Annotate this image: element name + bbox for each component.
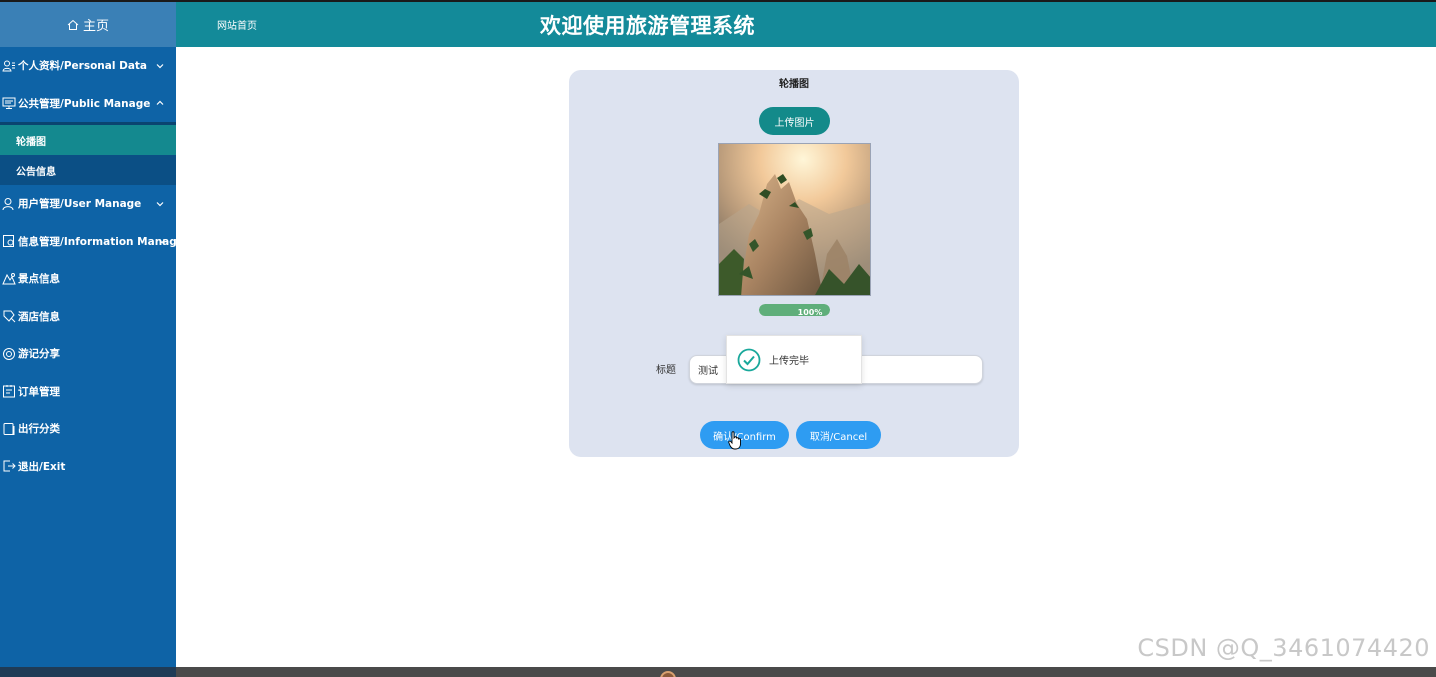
chevron-down-icon <box>156 63 164 69</box>
upload-progress-text: 100% <box>797 308 823 317</box>
share-icon <box>2 347 16 361</box>
chevron-down-icon <box>156 201 164 207</box>
sidebar-item-carousel[interactable]: 轮播图 <box>0 125 176 155</box>
sidebar-home[interactable]: 主页 <box>0 0 176 47</box>
mountain-landscape-image <box>719 144 870 295</box>
chevron-down-icon <box>158 239 166 244</box>
user-icon <box>2 197 16 211</box>
sidebar-item-label: 公共管理/Public Manage <box>18 97 151 110</box>
sidebar-item-label: 景点信息 <box>18 273 60 286</box>
upload-image-button[interactable]: 上传图片 <box>759 107 830 135</box>
upload-success-toast: 上传完毕 <box>726 335 862 384</box>
bottom-bar <box>176 667 1436 677</box>
info-settings-icon <box>2 234 16 248</box>
sidebar-item-scenic-info[interactable]: 景点信息 <box>0 260 176 298</box>
sidebar-item-travel-share[interactable]: 游记分享 <box>0 335 176 373</box>
sidebar-item-label: 游记分享 <box>18 348 60 361</box>
monitor-icon <box>2 96 16 110</box>
sidebar: 主页 个人资料/Personal Data 公共管理/Public Manage… <box>0 0 184 677</box>
top-header: 网站首页 欢迎使用旅游管理系统 <box>176 2 1436 47</box>
site-home-link[interactable]: 网站首页 <box>217 2 257 47</box>
sidebar-item-hotel-info[interactable]: 酒店信息 <box>0 298 176 336</box>
sidebar-item-label: 酒店信息 <box>18 310 60 323</box>
sidebar-item-label: 用户管理/User Manage <box>18 198 142 211</box>
sidebar-item-label: 轮播图 <box>16 136 46 148</box>
exit-icon <box>2 459 16 473</box>
section-title: 轮播图 <box>779 79 809 90</box>
cancel-button[interactable]: 取消/Cancel <box>796 421 881 449</box>
sidebar-item-exit[interactable]: 退出/Exit <box>0 448 176 486</box>
sidebar-item-public-manage[interactable]: 公共管理/Public Manage <box>0 85 176 123</box>
title-label: 标题 <box>656 365 676 376</box>
scenic-icon <box>2 272 16 286</box>
home-icon <box>67 19 79 30</box>
submenu-public-manage: 轮播图 公告信息 <box>0 122 176 185</box>
toast-message: 上传完毕 <box>769 356 809 367</box>
carousel-form-card: 轮播图 上传图片 100% 标题 测试 确认/Confirm 取消/Cancel <box>569 70 1019 457</box>
user-card-icon <box>2 59 16 73</box>
sidebar-item-announcements[interactable]: 公告信息 <box>0 155 176 185</box>
order-icon <box>2 384 16 398</box>
sidebar-item-label: 个人资料/Personal Data <box>18 60 148 73</box>
sidebar-item-label: 出行分类 <box>18 423 60 436</box>
confirm-button[interactable]: 确认/Confirm <box>700 421 789 449</box>
uploaded-image-preview <box>718 143 871 296</box>
watermark: CSDN @Q_3461074420 <box>1137 634 1430 662</box>
sidebar-item-label: 退出/Exit <box>18 460 66 473</box>
sidebar-item-user-manage[interactable]: 用户管理/User Manage <box>0 185 176 223</box>
sidebar-item-personal-data[interactable]: 个人资料/Personal Data <box>0 47 176 85</box>
sidebar-item-information-manage[interactable]: 信息管理/Information Manage <box>0 223 184 261</box>
hotel-icon <box>2 309 16 323</box>
sidebar-item-label: 公告信息 <box>16 166 56 178</box>
chevron-up-icon <box>156 100 164 106</box>
sidebar-footer <box>0 667 176 677</box>
sidebar-item-travel-category[interactable]: 出行分类 <box>0 410 176 448</box>
home-label: 主页 <box>82 19 109 34</box>
category-icon <box>2 422 16 436</box>
check-circle-icon <box>737 348 761 371</box>
avatar <box>660 671 676 677</box>
sidebar-item-order-manage[interactable]: 订单管理 <box>0 373 176 411</box>
page-title: 欢迎使用旅游管理系统 <box>540 13 755 38</box>
hand-cursor-icon <box>728 431 741 450</box>
sidebar-item-label: 订单管理 <box>18 385 60 398</box>
